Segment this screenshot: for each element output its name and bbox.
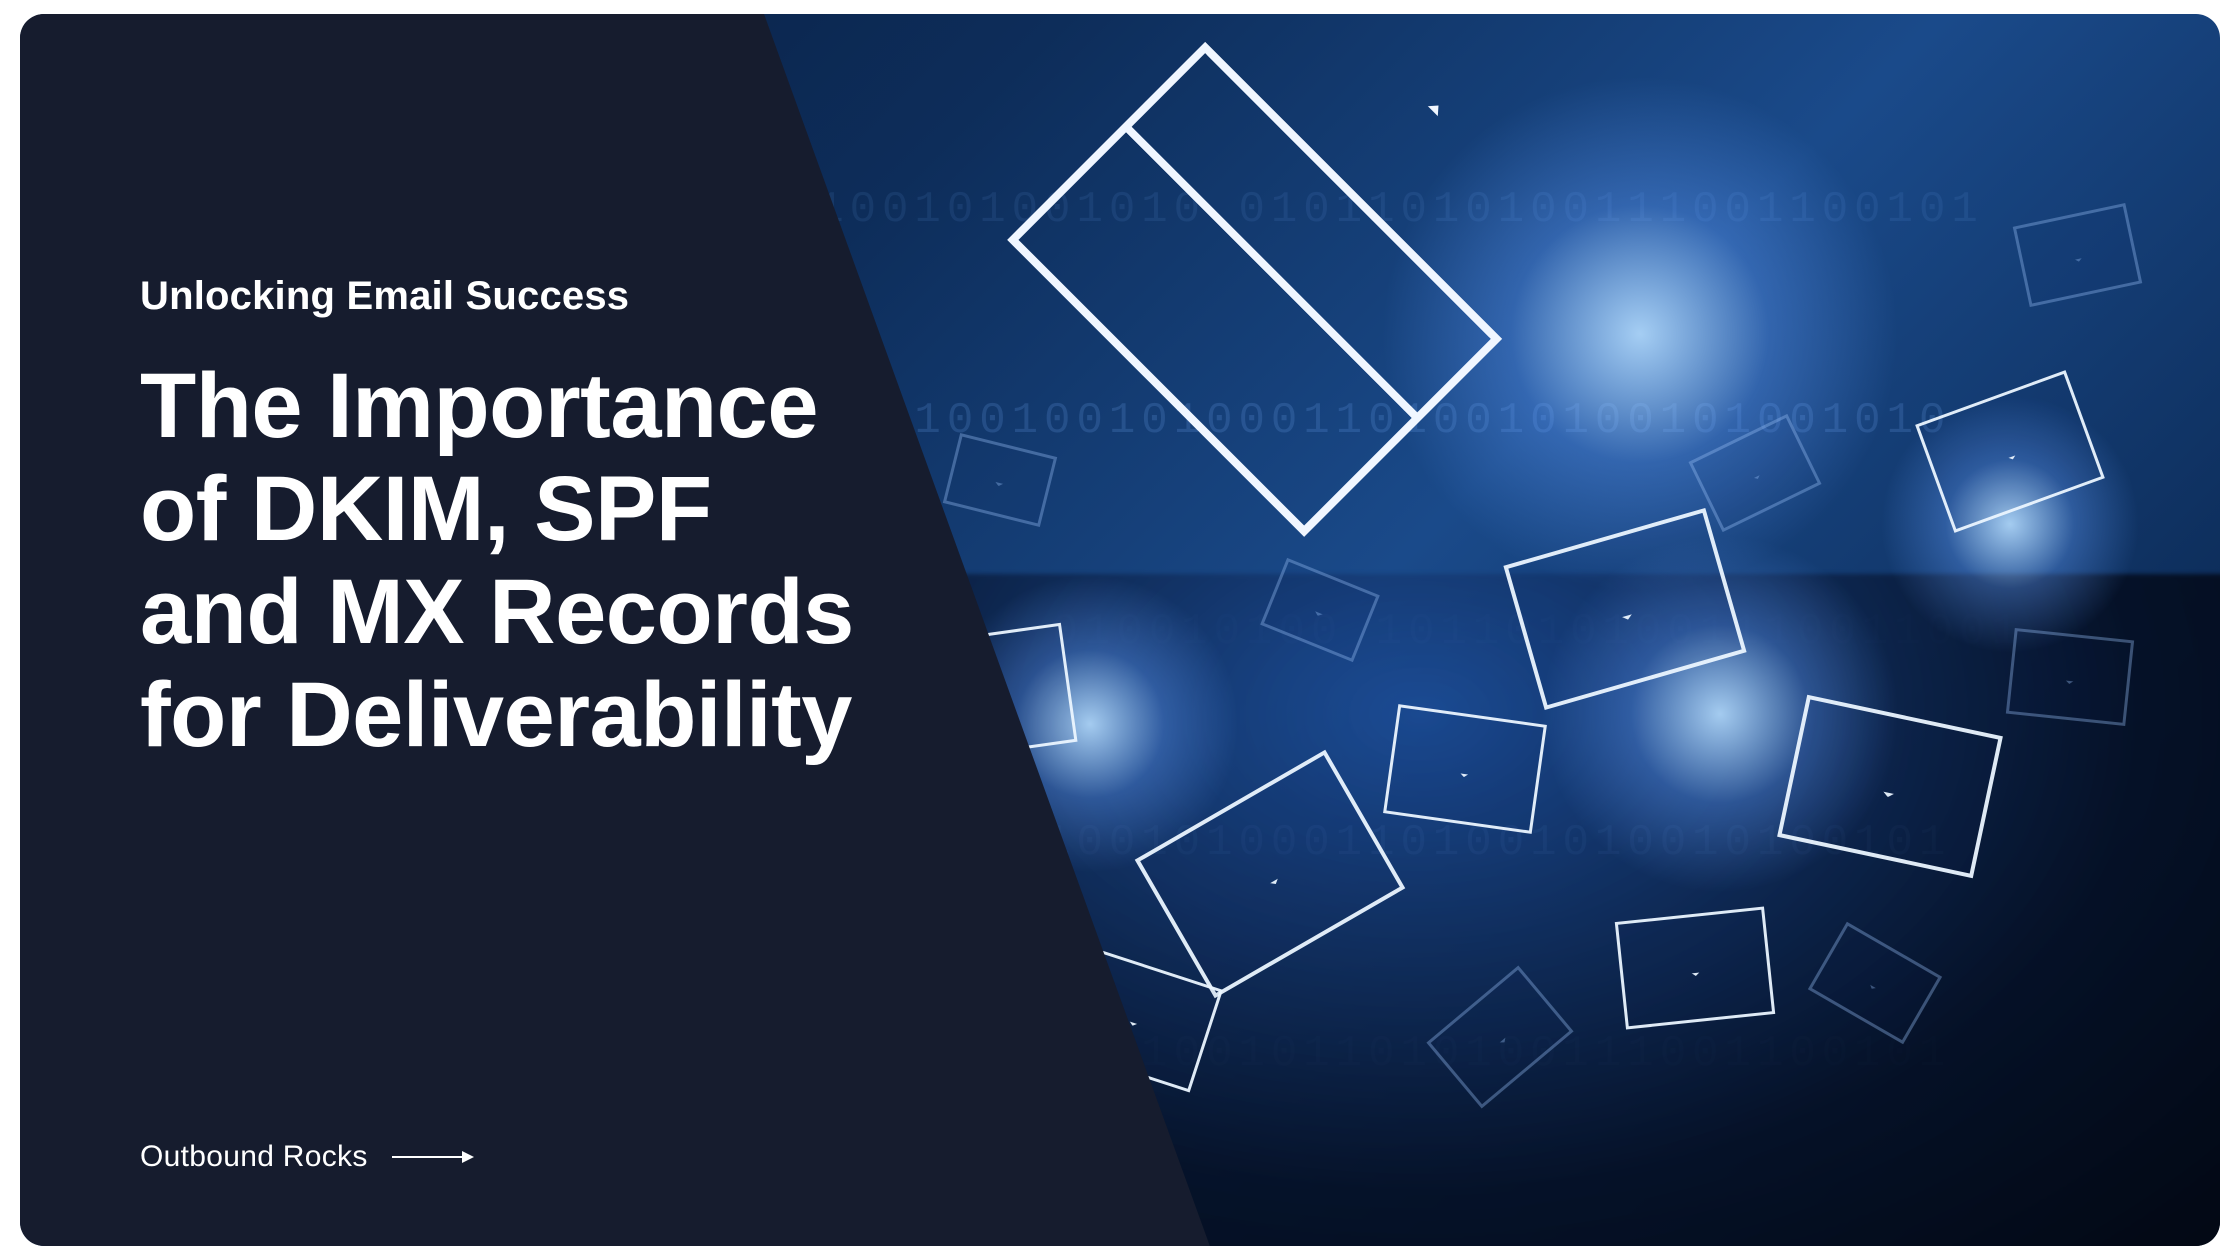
envelope-icon xyxy=(2006,628,2134,726)
headline-line: and MX Records xyxy=(140,561,1100,664)
brand-row: Outbound Rocks xyxy=(140,1140,472,1174)
brand-name: Outbound Rocks xyxy=(140,1140,368,1174)
envelope-icon xyxy=(1383,704,1547,834)
envelope-icon xyxy=(1615,906,1775,1029)
hero-graphic: 010100101001010 01011010100111001100101 … xyxy=(20,14,2220,1246)
headline-line: for Deliverability xyxy=(140,664,1100,767)
arrow-right-icon xyxy=(392,1156,472,1158)
